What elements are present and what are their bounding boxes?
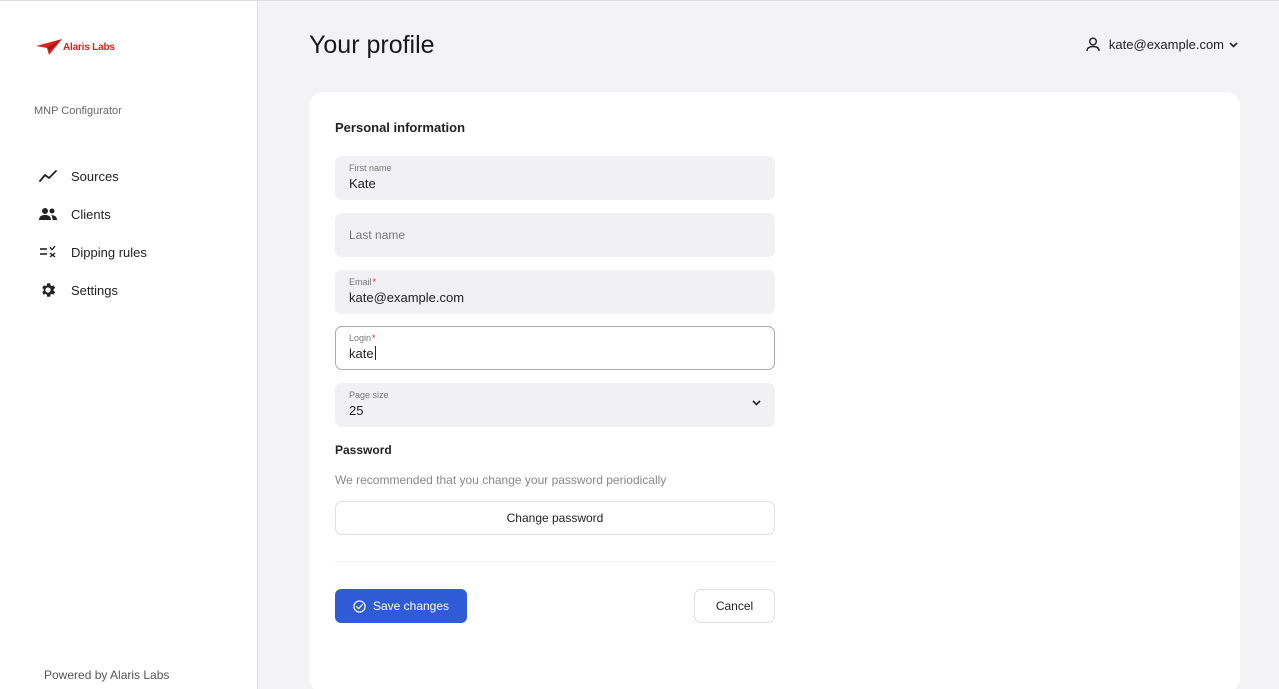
email-field[interactable]: Email* kate@example.com <box>335 270 775 314</box>
paper-plane-logo-icon <box>36 39 62 55</box>
email-label: Email* <box>349 277 377 287</box>
sidebar-item-label: Settings <box>71 282 118 298</box>
check-circle-icon <box>353 599 366 613</box>
last-name-field[interactable]: Last name <box>335 213 775 257</box>
app-name: MNP Configurator <box>34 105 122 117</box>
powered-by-footer: Powered by Alaris Labs <box>44 668 170 682</box>
sidebar-item-label: Dipping rules <box>71 244 147 260</box>
email-value: kate@example.com <box>349 290 465 305</box>
chevron-down-icon <box>752 400 761 406</box>
required-mark: * <box>372 333 376 343</box>
rules-check-icon <box>38 242 58 262</box>
first-name-field[interactable]: First name Kate <box>335 156 775 200</box>
sidebar-nav: Sources Clients Dipping rules Settings <box>38 157 147 309</box>
sidebar-item-dipping-rules[interactable]: Dipping rules <box>38 233 147 271</box>
page-size-value: 25 <box>349 403 364 418</box>
sidebar: Alaris Labs MNP Configurator Sources Cli… <box>0 1 258 689</box>
last-name-placeholder: Last name <box>349 228 406 242</box>
sidebar-item-clients[interactable]: Clients <box>38 195 147 233</box>
login-label: Login* <box>349 333 376 343</box>
password-description: We recommended that you change your pass… <box>335 473 667 487</box>
divider <box>335 561 775 562</box>
section-title: Personal information <box>335 120 466 135</box>
trend-line-icon <box>38 166 58 186</box>
save-changes-button[interactable]: Save changes <box>335 589 467 623</box>
page-size-label: Page size <box>349 390 389 400</box>
user-icon <box>1086 37 1100 52</box>
alaris-logo[interactable]: Alaris Labs <box>36 38 115 56</box>
sidebar-item-label: Sources <box>71 168 119 184</box>
gear-icon <box>38 280 58 300</box>
save-changes-label: Save changes <box>372 599 450 613</box>
sidebar-item-label: Clients <box>71 206 111 222</box>
sidebar-item-sources[interactable]: Sources <box>38 157 147 195</box>
text-caret <box>374 346 376 360</box>
page-title: Your profile <box>309 31 435 59</box>
first-name-label: First name <box>349 163 392 173</box>
people-icon <box>38 204 58 224</box>
password-title: Password <box>335 443 392 457</box>
login-field[interactable]: Login* kate <box>335 326 775 370</box>
login-value: kate <box>349 346 376 361</box>
user-email: kate@example.com <box>1108 37 1224 52</box>
page-size-select[interactable]: Page size 25 <box>335 383 775 427</box>
profile-card: Personal information First name Kate Las… <box>309 92 1240 689</box>
sidebar-item-settings[interactable]: Settings <box>38 271 147 309</box>
first-name-value: Kate <box>349 176 376 191</box>
required-mark: * <box>372 277 377 287</box>
cancel-button[interactable]: Cancel <box>694 589 775 623</box>
change-password-button[interactable]: Change password <box>335 501 775 535</box>
chevron-down-icon <box>1229 41 1238 48</box>
user-menu[interactable]: kate@example.com <box>1086 37 1238 52</box>
logo-text: Alaris Labs <box>63 41 115 53</box>
